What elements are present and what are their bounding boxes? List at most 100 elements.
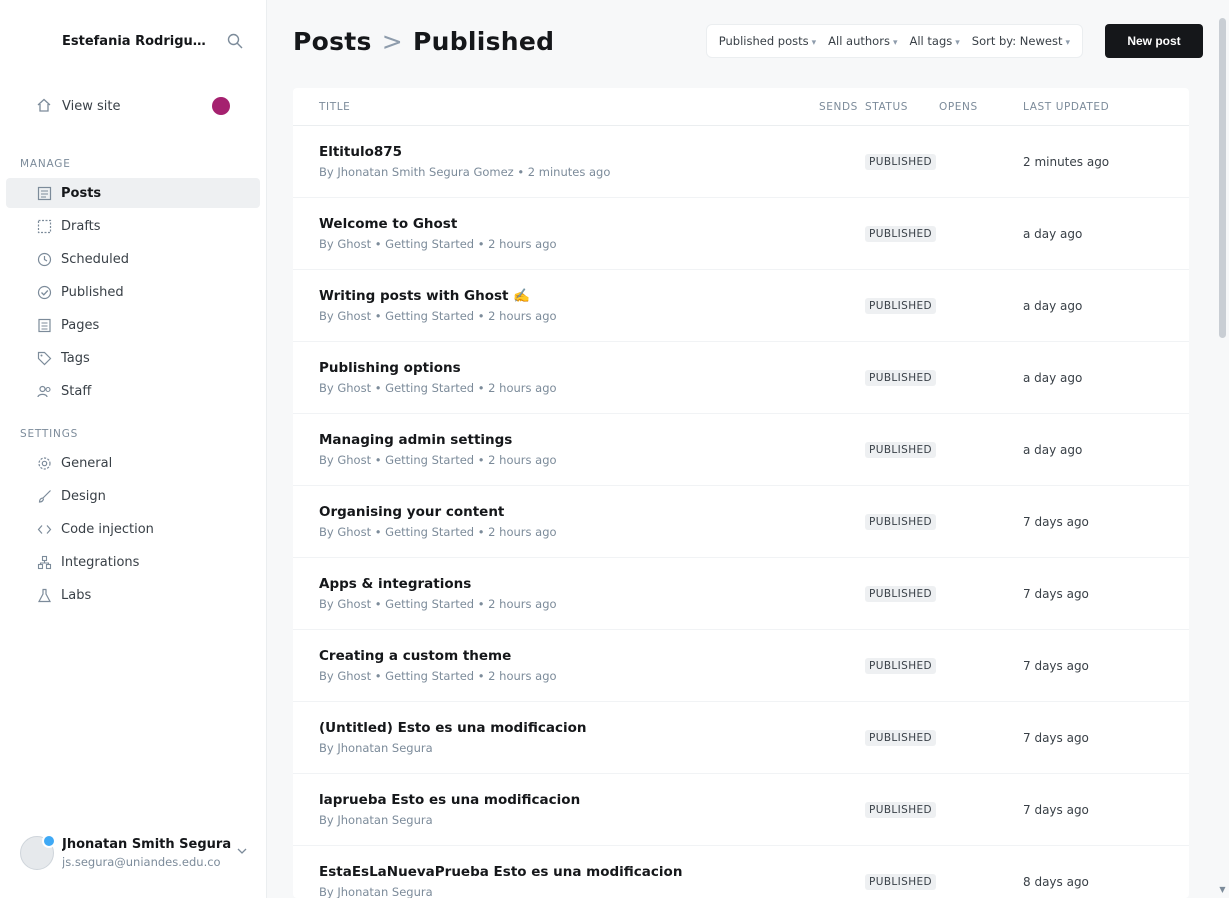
published-icon [36,284,52,300]
status-badge: PUBLISHED [865,297,937,314]
chevron-down-icon[interactable] [236,845,248,861]
sidebar-item-scheduled[interactable]: Scheduled [6,244,260,274]
flask-icon [36,587,52,603]
post-title[interactable]: laprueba Esto es una modificacion [319,792,865,808]
last-updated: a day ago [1023,442,1083,457]
scrollbar-thumb[interactable] [1219,18,1226,338]
table-row[interactable]: Organising your content By Ghost • Gettin… [293,486,1189,558]
post-title[interactable]: (Untitled) Esto es una modificacion [319,720,865,736]
post-meta: By Ghost • Getting Started • 2 hours ago [319,309,557,323]
sidebar-item-posts[interactable]: Posts [6,178,260,208]
filter-type-dropdown[interactable]: Published posts ▾ [713,34,822,48]
last-updated: a day ago [1023,226,1083,241]
brush-icon [36,488,52,504]
post-meta: By Jhonatan Segura [319,885,433,898]
last-updated: a day ago [1023,370,1083,385]
status-badge: PUBLISHED [865,225,937,242]
filter-tag-dropdown[interactable]: All tags ▾ [903,34,965,48]
status-badge: PUBLISHED [865,585,937,602]
post-title[interactable]: EstaEsLaNuevaPrueba Esto es una modifica… [319,864,865,880]
last-updated: 8 days ago [1023,874,1089,889]
posts-table: TITLE SENDS STATUS OPENS LAST UPDATED El… [293,88,1189,898]
table-row[interactable]: EstaEsLaNuevaPrueba Esto es una modifica… [293,846,1189,898]
sidebar-item-drafts[interactable]: Drafts [6,211,260,241]
scrollbar[interactable]: ▼ [1218,0,1227,898]
gear-icon [36,455,52,471]
post-meta: By Ghost • Getting Started • 2 hours ago [319,525,557,539]
home-icon [36,97,54,115]
manage-section-label: MANAGE [20,158,71,170]
column-opens: OPENS [939,100,978,113]
table-row[interactable]: Apps & integrations By Ghost • Getting St… [293,558,1189,630]
post-meta: By Ghost • Getting Started • 2 hours ago [319,597,557,611]
post-title[interactable]: Organising your content [319,504,865,520]
sidebar-item-general[interactable]: General [6,448,260,478]
sidebar-item-label: Design [61,488,106,504]
post-title[interactable]: Writing posts with Ghost ✍️ [319,288,865,304]
post-meta: By Jhonatan Segura [319,813,433,827]
avatar [20,834,56,870]
sidebar-item-code-injection[interactable]: Code injection [6,514,260,544]
table-row[interactable]: Creating a custom theme By Ghost • Gettin… [293,630,1189,702]
sidebar-item-staff[interactable]: Staff [6,376,260,406]
user-menu[interactable]: Jhonatan Smith Segura js.segura@uniandes… [20,834,248,870]
post-title[interactable]: Managing admin settings [319,432,865,448]
drafts-icon [36,218,52,234]
table-row[interactable]: laprueba Esto es una modificacion By Jhon… [293,774,1189,846]
column-title: TITLE [319,100,351,113]
search-icon[interactable] [224,30,246,52]
sidebar-item-tags[interactable]: Tags [6,343,260,373]
sidebar: Estefania Rodriguez Ghost View site MANA… [0,0,267,898]
sidebar-item-design[interactable]: Design [6,481,260,511]
table-row[interactable]: (Untitled) Esto es una modificacion By Jh… [293,702,1189,774]
filter-author-dropdown[interactable]: All authors ▾ [822,34,903,48]
post-title[interactable]: Welcome to Ghost [319,216,865,232]
post-meta: By Ghost • Getting Started • 2 hours ago [319,453,557,467]
sidebar-item-label: Tags [61,350,90,366]
sort-dropdown[interactable]: Sort by: Newest ▾ [966,34,1076,48]
sidebar-item-pages[interactable]: Pages [6,310,260,340]
status-badge: PUBLISHED [865,153,937,170]
sidebar-item-label: Integrations [61,554,140,570]
staff-icon [36,383,52,399]
table-row[interactable]: Writing posts with Ghost ✍️ By Ghost • Ge… [293,270,1189,342]
breadcrumb-posts[interactable]: Posts [293,27,372,56]
status-badge: PUBLISHED [865,729,937,746]
table-row[interactable]: Eltitulo875 By Jhonatan Smith Segura Gome… [293,126,1189,198]
pages-icon [36,317,52,333]
scroll-down-arrow-icon[interactable]: ▼ [1218,885,1227,894]
sidebar-item-label: Labs [61,587,92,603]
table-row[interactable]: Publishing options By Ghost • Getting Sta… [293,342,1189,414]
sidebar-item-label: Pages [61,317,100,333]
post-title[interactable]: Apps & integrations [319,576,865,592]
globe-icon[interactable] [212,97,230,115]
post-meta: By Jhonatan Segura [319,741,433,755]
breadcrumb-published: Published [412,26,555,56]
post-title[interactable]: Creating a custom theme [319,648,865,664]
sidebar-item-integrations[interactable]: Integrations [6,547,260,577]
post-meta: By Jhonatan Smith Segura Gomez • 2 minut… [319,165,611,179]
sidebar-item-published[interactable]: Published [6,277,260,307]
post-title[interactable]: Eltitulo875 [319,144,865,160]
column-last-updated: LAST UPDATED [1023,100,1110,113]
chevron-down-icon: ▾ [1065,38,1070,48]
new-post-button[interactable]: New post [1105,24,1203,58]
table-row[interactable]: Managing admin settings By Ghost • Gettin… [293,414,1189,486]
tag-icon [36,350,52,366]
table-row[interactable]: Welcome to Ghost By Ghost • Getting Start… [293,198,1189,270]
view-site-link[interactable]: View site [0,92,266,120]
filter-bar: Published posts ▾ All authors ▾ All tags ▾ … [705,24,1083,58]
page-title: Posts > Published [293,27,554,56]
post-meta: By Ghost • Getting Started • 2 hours ago [319,381,557,395]
column-status: STATUS [865,100,908,113]
last-updated: 7 days ago [1023,802,1089,817]
main-content: Posts > Published Published posts ▾ All aut… [267,0,1229,898]
sidebar-item-labs[interactable]: Labs [6,580,260,610]
site-title[interactable]: Estefania Rodriguez Ghost [62,34,212,49]
status-badge: PUBLISHED [865,873,937,890]
post-meta: By Ghost • Getting Started • 2 hours ago [319,669,557,683]
table-header: TITLE SENDS STATUS OPENS LAST UPDATED [293,88,1189,126]
status-badge: PUBLISHED [865,657,937,674]
last-updated: 7 days ago [1023,658,1089,673]
post-title[interactable]: Publishing options [319,360,865,376]
